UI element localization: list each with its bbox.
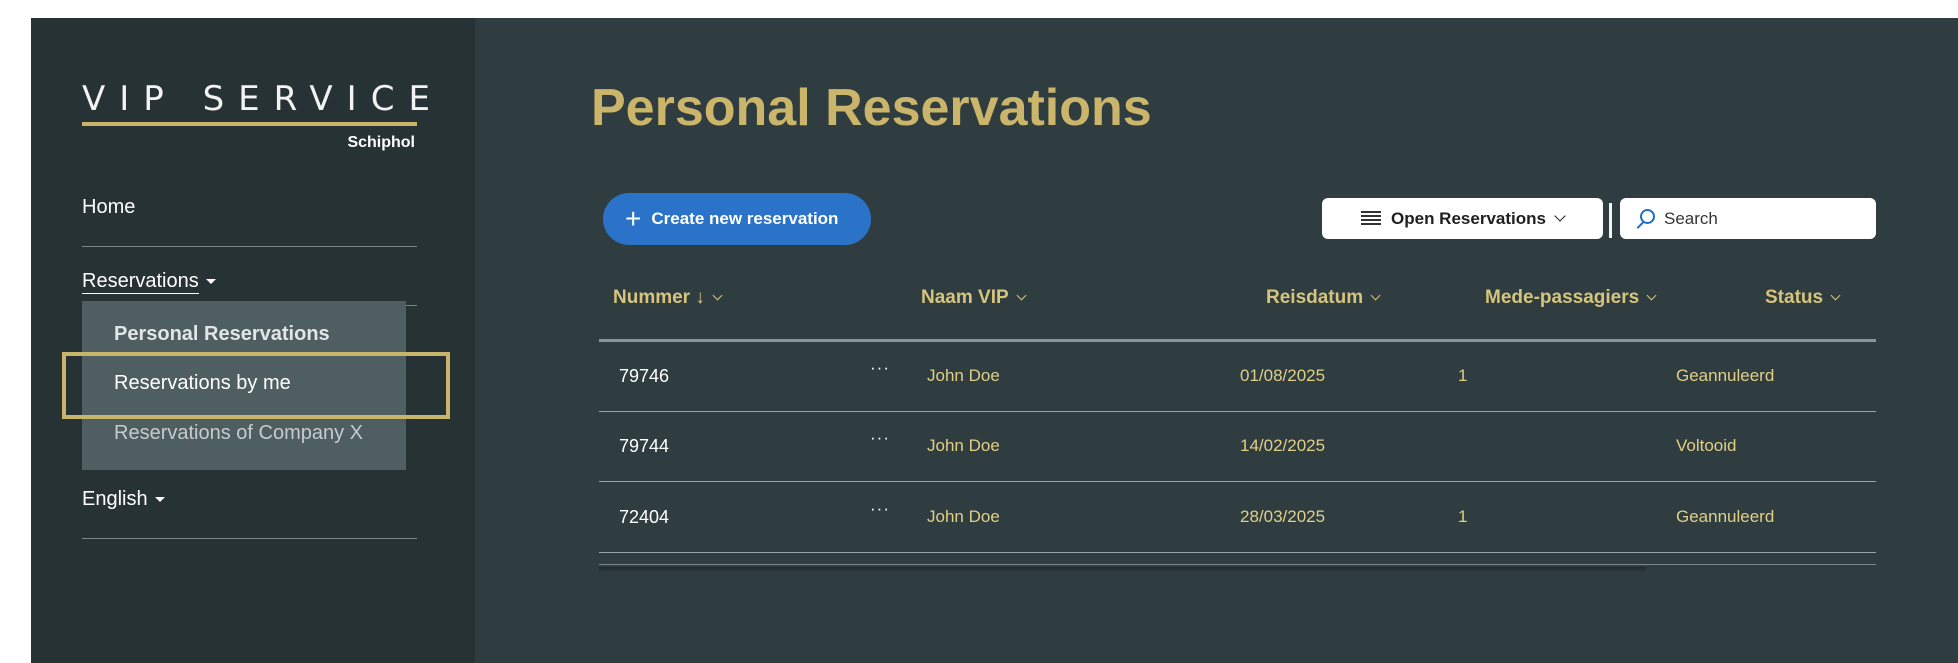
column-header-reisdatum[interactable]: Reisdatum xyxy=(1266,287,1381,309)
nav-divider xyxy=(82,538,417,539)
cell-reisdatum: 01/08/2025 xyxy=(1240,366,1326,385)
brand-subtitle: Schiphol xyxy=(347,134,415,151)
plus-icon: + xyxy=(625,203,642,234)
cell-mede-passagiers: 1 xyxy=(1458,507,1468,526)
chevron-down-icon xyxy=(1016,290,1027,300)
brand-title: VIP SERVICE xyxy=(82,79,444,119)
nav-home[interactable]: Home xyxy=(82,196,417,219)
app-window: VIP SERVICE Schiphol Home Reservations P… xyxy=(31,18,1958,663)
column-header-label: Status xyxy=(1765,287,1824,308)
more-icon[interactable]: ··· xyxy=(870,358,890,378)
page-title: Personal Reservations xyxy=(591,79,1152,137)
chevron-down-icon xyxy=(712,290,723,300)
table-row[interactable]: 72404 ··· John Doe 28/03/2025 1 Geannule… xyxy=(599,483,1876,553)
brand-underline xyxy=(82,122,417,126)
view-filter-dropdown[interactable]: Open Reservations xyxy=(1322,198,1603,239)
language-selector[interactable]: English xyxy=(82,488,417,511)
search-placeholder: Search xyxy=(1664,208,1718,228)
column-header-status[interactable]: Status xyxy=(1765,287,1841,309)
table-row[interactable]: 79744 ··· John Doe 14/02/2025 Voltooid xyxy=(599,412,1876,482)
chevron-down-icon xyxy=(1830,290,1841,300)
brand-logo[interactable]: VIP SERVICE Schiphol xyxy=(82,78,444,151)
caret-down-icon xyxy=(205,279,216,285)
create-reservation-label: Create new reservation xyxy=(651,209,839,228)
view-filter-label: Open Reservations xyxy=(1391,208,1546,228)
chevron-down-icon xyxy=(1370,290,1381,300)
create-reservation-button[interactable]: + Create new reservation xyxy=(603,193,871,245)
column-header-mede-passagiers[interactable]: Mede-passagiers xyxy=(1485,287,1657,309)
column-header-label: Mede-passagiers xyxy=(1485,287,1640,308)
search-input[interactable]: Search xyxy=(1620,198,1876,239)
column-header-nummer[interactable]: Nummer ↓ xyxy=(613,287,723,309)
nav-reservations[interactable]: Reservations xyxy=(82,270,417,294)
cell-naam-vip: John Doe xyxy=(927,436,1000,455)
dropdown-item-personal-reservations[interactable]: Personal Reservations xyxy=(114,323,330,346)
column-header-naam-vip[interactable]: Naam VIP xyxy=(921,287,1027,309)
more-icon[interactable]: ··· xyxy=(870,428,890,448)
chevron-down-icon xyxy=(1646,290,1657,300)
cell-nummer: 79746 xyxy=(619,366,670,386)
cell-nummer: 72404 xyxy=(619,507,670,527)
column-header-label: Nummer ↓ xyxy=(613,287,705,308)
dropdown-item-reservations-company[interactable]: Reservations of Company X xyxy=(114,422,363,445)
cell-naam-vip: John Doe xyxy=(927,507,1000,526)
column-header-label: Naam VIP xyxy=(921,287,1009,308)
cell-reisdatum: 28/03/2025 xyxy=(1240,507,1326,526)
table-bottom-border xyxy=(599,564,1876,565)
chevron-down-icon xyxy=(1554,209,1566,222)
cell-reisdatum: 14/02/2025 xyxy=(1240,436,1326,455)
column-header-label: Reisdatum xyxy=(1266,287,1364,308)
toolbar-separator xyxy=(1609,203,1612,238)
table-scroll-shadow xyxy=(599,567,1646,572)
table-row[interactable]: 79746 ··· John Doe 01/08/2025 1 Geannule… xyxy=(599,342,1876,412)
more-icon[interactable]: ··· xyxy=(870,499,890,519)
language-label: English xyxy=(82,488,148,510)
nav-divider xyxy=(82,246,417,247)
nav-reservations-label: Reservations xyxy=(82,270,199,294)
cell-nummer: 79744 xyxy=(619,436,670,456)
cell-naam-vip: John Doe xyxy=(927,366,1000,385)
list-icon xyxy=(1361,210,1382,227)
cell-status: Voltooid xyxy=(1676,436,1737,455)
caret-down-icon xyxy=(154,497,165,503)
cell-status: Geannuleerd xyxy=(1676,507,1775,526)
highlight-box xyxy=(62,352,450,419)
cell-mede-passagiers: 1 xyxy=(1458,366,1468,385)
sidebar: VIP SERVICE Schiphol Home Reservations P… xyxy=(31,18,475,663)
cell-status: Geannuleerd xyxy=(1676,366,1775,385)
search-icon xyxy=(1634,208,1656,230)
